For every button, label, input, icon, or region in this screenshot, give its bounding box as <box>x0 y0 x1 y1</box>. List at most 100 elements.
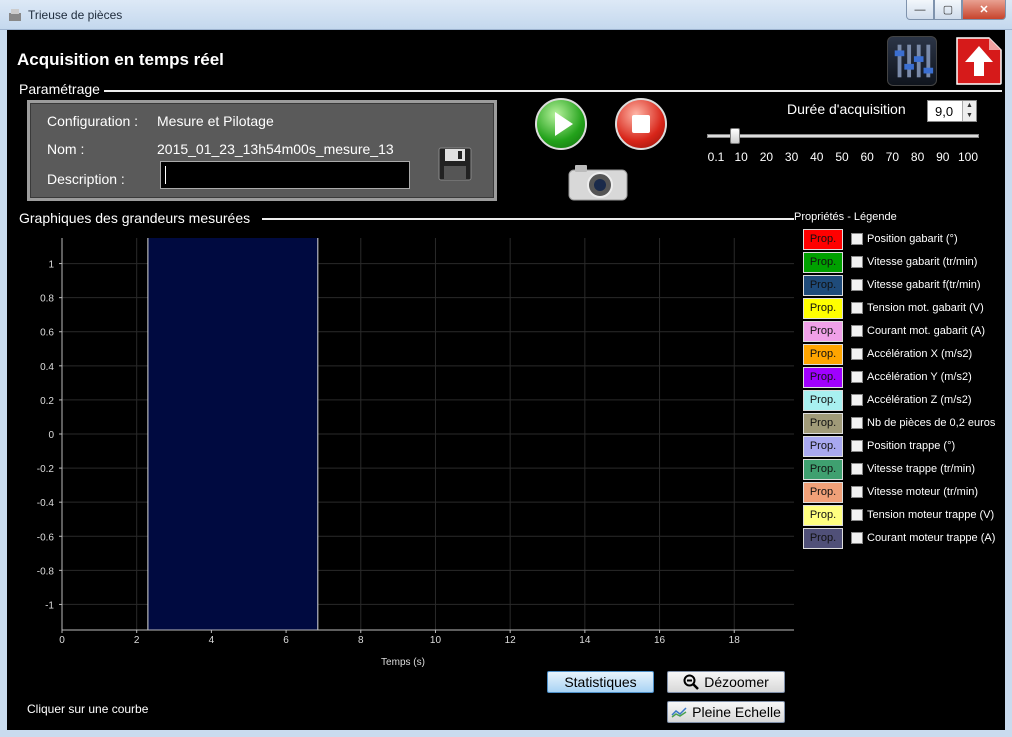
legend-item: Prop. Tension mot. gabarit (V) <box>803 298 1003 320</box>
slider-tick-label: 40 <box>810 150 824 164</box>
prop-button[interactable]: Prop. <box>803 321 843 342</box>
x-tick-label: 12 <box>505 635 517 646</box>
measurement-chart[interactable]: 1 0.8 0.6 0.4 0.2 0 -0.2 -0.4 -0.6 -0.8 -1 0 2 4 6 8 10 1… <box>7 230 797 675</box>
legend-checkbox[interactable] <box>851 463 863 475</box>
legend-checkbox[interactable] <box>851 279 863 291</box>
y-tick-label: 0.2 <box>40 396 54 407</box>
legend-item: Prop. Courant mot. gabarit (A) <box>803 321 1003 343</box>
legend-item: Prop. Vitesse trappe (tr/min) <box>803 459 1003 481</box>
legend-item: Prop. Vitesse moteur (tr/min) <box>803 482 1003 504</box>
window-title: Trieuse de pièces <box>28 8 123 22</box>
legend-checkbox[interactable] <box>851 394 863 406</box>
legend-checkbox[interactable] <box>851 371 863 383</box>
legend-checkbox[interactable] <box>851 509 863 521</box>
slider-tick-label: 100 <box>957 150 979 164</box>
legend-item: Prop. Courant moteur trappe (A) <box>803 528 1003 550</box>
stop-icon <box>632 115 650 133</box>
config-panel: Configuration : Mesure et Pilotage Nom :… <box>27 100 497 201</box>
maximize-button[interactable]: ▢ <box>934 0 962 20</box>
prop-button[interactable]: Prop. <box>803 505 843 526</box>
y-tick-label: 0.6 <box>40 328 54 339</box>
prop-button[interactable]: Prop. <box>803 436 843 457</box>
legend-item: Prop. Position trappe (°) <box>803 436 1003 458</box>
legend-label: Accélération Y (m/s2) <box>867 371 972 383</box>
graphs-section-label: Graphiques des grandeurs mesurées <box>19 210 255 226</box>
params-divider <box>102 90 1002 92</box>
legend-checkbox[interactable] <box>851 233 863 245</box>
prop-button[interactable]: Prop. <box>803 344 843 365</box>
legend-checkbox[interactable] <box>851 302 863 314</box>
duration-spinbox[interactable]: 9,0 ▲ ▼ <box>927 100 977 122</box>
full-scale-button[interactable]: Pleine Echelle <box>667 701 785 723</box>
y-tick-label: 0.4 <box>40 362 54 373</box>
prop-button[interactable]: Prop. <box>803 229 843 250</box>
slider-tick-label: 10 <box>734 150 748 164</box>
prop-button[interactable]: Prop. <box>803 482 843 503</box>
app-icon <box>9 9 21 21</box>
legend-item: Prop. Vitesse gabarit (tr/min) <box>803 252 1003 274</box>
legend-item: Prop. Accélération X (m/s2) <box>803 344 1003 366</box>
prop-button[interactable]: Prop. <box>803 390 843 411</box>
duration-slider-handle[interactable] <box>730 128 740 144</box>
legend-checkbox[interactable] <box>851 440 863 452</box>
x-tick-label: 2 <box>134 635 140 646</box>
prop-button[interactable]: Prop. <box>803 275 843 296</box>
prop-button[interactable]: Prop. <box>803 252 843 273</box>
description-input[interactable] <box>160 161 410 189</box>
legend-item: Prop. Tension moteur trappe (V) <box>803 505 1003 527</box>
x-tick-label: 18 <box>729 635 741 646</box>
legend-label: Vitesse gabarit f(tr/min) <box>867 279 981 291</box>
mixer-settings-icon[interactable] <box>887 36 937 86</box>
legend-checkbox[interactable] <box>851 325 863 337</box>
slider-tick-label: 50 <box>835 150 849 164</box>
chart-line-icon <box>671 707 687 718</box>
legend-label: Courant mot. gabarit (A) <box>867 325 985 337</box>
close-button[interactable]: ✕ <box>962 0 1006 20</box>
unzoom-label: Dézoomer <box>704 674 769 690</box>
y-tick-label: 0.8 <box>40 294 54 305</box>
statistics-label: Statistiques <box>564 674 637 690</box>
legend-label: Accélération Z (m/s2) <box>867 394 972 406</box>
duration-slider-track[interactable] <box>707 134 979 138</box>
minimize-button[interactable]: — <box>906 0 934 20</box>
duration-value: 9,0 <box>935 104 954 119</box>
spin-arrows[interactable]: ▲ ▼ <box>962 101 976 121</box>
full-scale-label: Pleine Echelle <box>692 704 781 720</box>
slider-tick-label: 30 <box>784 150 799 164</box>
page-title: Acquisition en temps réel <box>17 50 224 69</box>
status-text: Cliquer sur une courbe <box>27 702 149 716</box>
play-icon <box>555 112 573 136</box>
prop-button[interactable]: Prop. <box>803 367 843 388</box>
slider-tick-label: 60 <box>860 150 874 164</box>
legend-checkbox[interactable] <box>851 348 863 360</box>
description-label: Description : <box>47 171 125 187</box>
legend-checkbox[interactable] <box>851 417 863 429</box>
legend-item: Prop. Accélération Y (m/s2) <box>803 367 1003 389</box>
duration-label: Durée d'acquisition <box>787 101 906 117</box>
play-button[interactable] <box>535 98 587 150</box>
x-tick-label: 10 <box>430 635 442 646</box>
upload-arrow-icon[interactable] <box>953 36 1003 86</box>
legend-label: Accélération X (m/s2) <box>867 348 973 360</box>
prop-button[interactable]: Prop. <box>803 459 843 480</box>
prop-button[interactable]: Prop. <box>803 298 843 319</box>
legend-checkbox[interactable] <box>851 256 863 268</box>
stop-button[interactable] <box>615 98 667 150</box>
legend-item: Prop. Vitesse gabarit f(tr/min) <box>803 275 1003 297</box>
prop-button[interactable]: Prop. <box>803 413 843 434</box>
camera-icon[interactable] <box>567 162 629 202</box>
unzoom-button[interactable]: Dézoomer <box>667 671 785 693</box>
legend-label: Vitesse gabarit (tr/min) <box>867 256 978 268</box>
slider-tick-label: 90 <box>936 150 950 164</box>
save-disk-icon[interactable] <box>438 147 472 181</box>
legend-label: Vitesse trappe (tr/min) <box>867 463 976 475</box>
x-tick-label: 14 <box>579 635 591 646</box>
legend-item: Prop. Accélération Z (m/s2) <box>803 390 1003 412</box>
legend-label: Tension mot. gabarit (V) <box>867 302 984 314</box>
x-tick-label: 8 <box>358 635 364 646</box>
legend-checkbox[interactable] <box>851 532 863 544</box>
legend-checkbox[interactable] <box>851 486 863 498</box>
slider-tick-label: 80 <box>910 150 925 164</box>
statistics-button[interactable]: Statistiques <box>547 671 654 693</box>
prop-button[interactable]: Prop. <box>803 528 843 549</box>
